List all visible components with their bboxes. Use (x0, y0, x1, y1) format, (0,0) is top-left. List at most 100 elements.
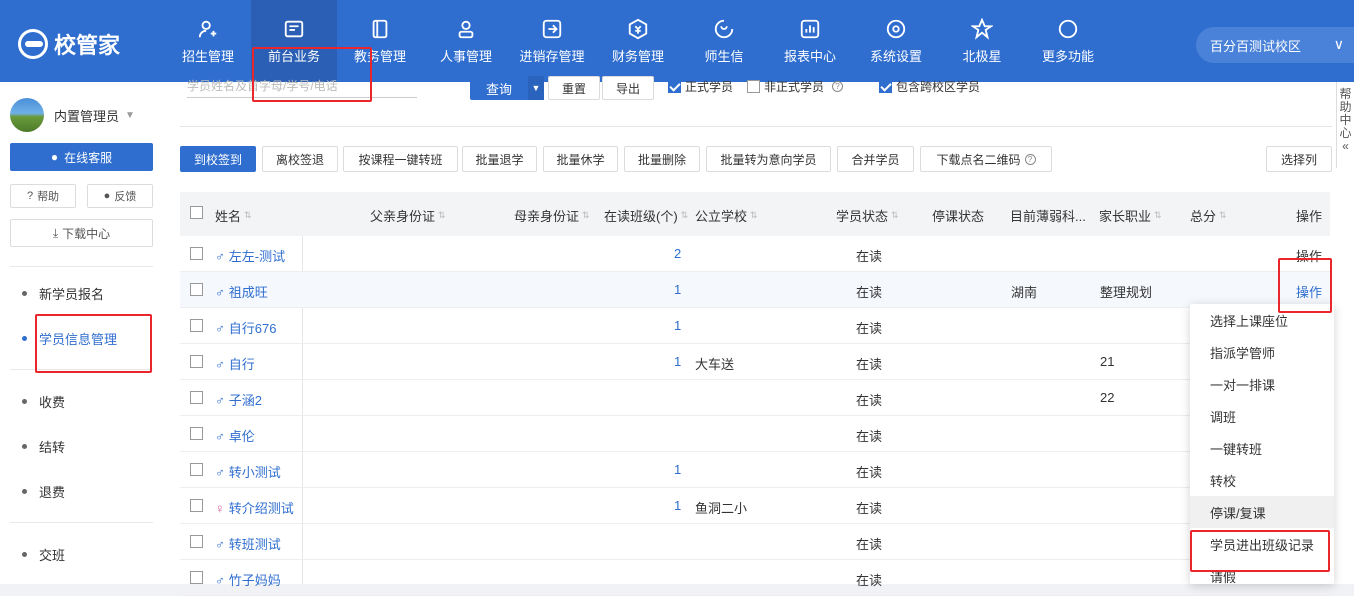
menu-item-change-class[interactable]: 调班 (1190, 400, 1334, 432)
menu-item-class-history[interactable]: 学员进出班级记录 (1190, 528, 1334, 560)
formal-student-checkbox[interactable]: 正式学员 (668, 78, 733, 95)
row-checkbox[interactable] (190, 427, 203, 440)
help-center-tab[interactable]: 帮助中心 « (1336, 82, 1354, 168)
row-checkbox[interactable] (190, 571, 203, 584)
row-action-button[interactable]: 操作 (1296, 246, 1322, 265)
table-row[interactable]: ♂ 子涵2 在读 22 (180, 380, 1330, 416)
table-row[interactable]: ♂ 自行676 1 在读 (180, 308, 1330, 344)
student-name[interactable]: ♂ 卓伦 (215, 426, 255, 445)
class-count[interactable]: 1 (674, 498, 681, 513)
nav-reports[interactable]: 报表中心 (767, 0, 853, 82)
row-checkbox[interactable] (190, 391, 203, 404)
col-suspend-status[interactable]: 停课状态 (932, 206, 984, 225)
informal-student-checkbox[interactable]: 非正式学员? (747, 78, 844, 95)
table-row[interactable]: ♂ 自行 1 大车送 在读 21 (180, 344, 1330, 380)
batch-suspend-button[interactable]: 批量休学 (543, 146, 618, 172)
col-student-status[interactable]: 学员状态 ⇅ (836, 206, 899, 225)
nav-inventory[interactable]: 进销存管理 (509, 0, 595, 82)
student-name[interactable]: ♂ 自行 (215, 354, 255, 373)
sidebar-item-new-enrollment[interactable]: 新学员报名 (22, 284, 104, 303)
query-options-caret-icon[interactable]: ▼ (528, 76, 544, 100)
row-checkbox[interactable] (190, 283, 203, 296)
batch-convert-intent-button[interactable]: 批量转为意向学员 (706, 146, 831, 172)
menu-item-select-seat[interactable]: 选择上课座位 (1190, 304, 1334, 336)
campus-selector[interactable]: 百分百测试校区 ∨ (1196, 27, 1354, 63)
student-name[interactable]: ♂ 左左-测试 (215, 246, 285, 265)
class-count[interactable]: 2 (674, 246, 681, 261)
menu-item-suspend-resume[interactable]: 停课/复课 (1190, 496, 1334, 528)
check-out-button[interactable]: 离校签退 (262, 146, 338, 172)
table-row[interactable]: ♂ 转小测试 1 在读 (180, 452, 1330, 488)
select-all-checkbox[interactable] (190, 206, 203, 219)
batch-delete-button[interactable]: 批量删除 (624, 146, 700, 172)
table-row[interactable]: ♂ 祖成旺 1 在读 湖南 整理规划 操作 (180, 272, 1330, 308)
nav-academic[interactable]: 教务管理 (337, 0, 423, 82)
col-public-school[interactable]: 公立学校 ⇅ (695, 206, 758, 225)
col-weak-subject[interactable]: 目前薄弱科... (1010, 206, 1086, 225)
row-checkbox[interactable] (190, 247, 203, 260)
search-input[interactable]: 学员姓名及首字母/学号/电话 (187, 78, 417, 98)
row-checkbox[interactable] (190, 463, 203, 476)
student-name[interactable]: ♂ 转班测试 (215, 534, 281, 553)
class-count[interactable]: 1 (674, 462, 681, 477)
menu-item-transfer-school[interactable]: 转校 (1190, 464, 1334, 496)
menu-item-one-on-one[interactable]: 一对一排课 (1190, 368, 1334, 400)
nav-messages[interactable]: 师生信 (681, 0, 767, 82)
download-center-button[interactable]: ⤓ 下载中心 (10, 219, 153, 247)
sidebar-item-carryover[interactable]: 结转 (22, 437, 65, 456)
table-row[interactable]: ♂ 左左-测试 2 在读 操作 (180, 236, 1330, 272)
course-transfer-button[interactable]: 按课程一键转班 (343, 146, 458, 172)
nav-reception[interactable]: 前台业务 (251, 0, 337, 82)
row-checkbox[interactable] (190, 355, 203, 368)
row-checkbox[interactable] (190, 499, 203, 512)
class-count[interactable]: 1 (674, 354, 681, 369)
merge-student-button[interactable]: 合并学员 (837, 146, 914, 172)
table-row[interactable]: ♂ 转班测试 在读 (180, 524, 1330, 560)
feedback-button[interactable]: ● 反馈 (87, 184, 153, 208)
student-name[interactable]: ♂ 子涵2 (215, 390, 262, 409)
check-in-button[interactable]: 到校签到 (180, 146, 256, 172)
brand-logo[interactable]: 校管家 (18, 28, 120, 60)
class-count[interactable]: 1 (674, 282, 681, 297)
student-name[interactable]: ♂ 竹子妈妈 (215, 570, 281, 589)
menu-item-assign-advisor[interactable]: 指派学管师 (1190, 336, 1334, 368)
query-button[interactable]: 查询 (470, 76, 528, 100)
nav-polaris[interactable]: 北极星 (939, 0, 1025, 82)
table-row[interactable]: ♀ 转介绍测试 1 鱼洞二小 在读 (180, 488, 1330, 524)
row-action-button[interactable]: 操作 (1296, 282, 1322, 301)
col-name[interactable]: 姓名 ⇅ (215, 206, 252, 225)
col-father-id[interactable]: 父亲身份证 ⇅ (370, 206, 446, 225)
user-menu[interactable]: 内置管理员 ▼ (10, 98, 135, 132)
col-total-score[interactable]: 总分 ⇅ (1190, 206, 1227, 225)
student-name[interactable]: ♂ 转小测试 (215, 462, 281, 481)
col-mother-id[interactable]: 母亲身份证 ⇅ (514, 206, 590, 225)
help-button[interactable]: ? 帮助 (10, 184, 76, 208)
row-checkbox[interactable] (190, 319, 203, 332)
class-count[interactable]: 1 (674, 318, 681, 333)
col-classes[interactable]: 在读班级(个) ⇅ (604, 206, 688, 225)
select-columns-button[interactable]: 选择列 (1266, 146, 1332, 172)
table-row[interactable]: ♂ 卓伦 在读 (180, 416, 1330, 452)
sidebar-item-refund[interactable]: 退费 (22, 482, 65, 501)
menu-item-quick-transfer[interactable]: 一键转班 (1190, 432, 1334, 464)
nav-more[interactable]: 更多功能 (1025, 0, 1111, 82)
menu-item-leave[interactable]: 请假 (1190, 560, 1334, 592)
reset-button[interactable]: 重置 (548, 76, 600, 100)
sidebar-item-handover[interactable]: 交班 (22, 545, 65, 564)
nav-settings[interactable]: 系统设置 (853, 0, 939, 82)
sidebar-item-student-info[interactable]: 学员信息管理 (22, 329, 117, 348)
student-name[interactable]: ♀ 转介绍测试 (215, 498, 294, 517)
download-qr-button[interactable]: 下载点名二维码? (920, 146, 1052, 172)
student-name[interactable]: ♂ 自行676 (215, 318, 276, 337)
table-row[interactable]: ♂ 竹子妈妈 在读 (180, 560, 1330, 596)
online-service-button[interactable]: ● 在线客服 (10, 143, 153, 171)
nav-hr[interactable]: 人事管理 (423, 0, 509, 82)
export-button[interactable]: 导出 (602, 76, 654, 100)
row-checkbox[interactable] (190, 535, 203, 548)
batch-withdraw-button[interactable]: 批量退学 (462, 146, 537, 172)
cross-campus-checkbox[interactable]: 包含跨校区学员 (879, 78, 980, 95)
col-parent-job[interactable]: 家长职业 ⇅ (1099, 206, 1162, 225)
nav-enrollment[interactable]: 招生管理 (165, 0, 251, 82)
student-name[interactable]: ♂ 祖成旺 (215, 282, 268, 301)
sidebar-item-charge[interactable]: 收费 (22, 392, 65, 411)
